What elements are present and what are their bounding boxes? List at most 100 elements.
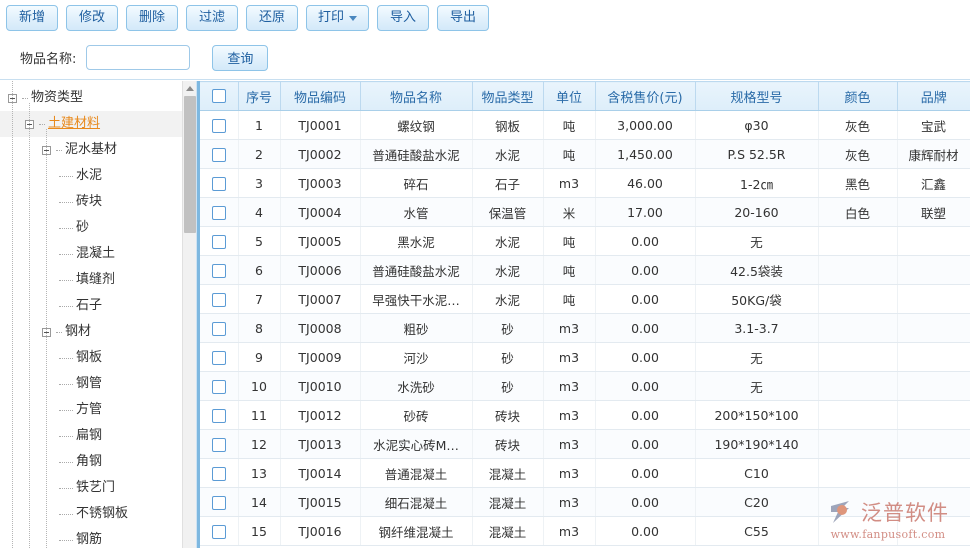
row-checkbox[interactable] [212, 351, 226, 365]
spec-column[interactable]: 规格型号 [695, 82, 818, 111]
item-name-column[interactable]: 物品名称 [360, 82, 472, 111]
row-select-cell[interactable] [200, 256, 238, 285]
items-grid-panel: 序号物品编码物品名称物品类型单位含税售价(元)规格型号颜色品牌 1TJ0001螺… [200, 81, 970, 548]
sequence-column[interactable]: 序号 [238, 82, 280, 111]
tree-item-7[interactable]: 填缝剂 [0, 267, 183, 293]
table-row[interactable]: 14TJ0015细石混凝土混凝土m30.00C20 [200, 488, 970, 517]
cell-spec: 无 [695, 372, 818, 401]
tree-item-label: 方管 [76, 397, 102, 423]
select-all-checkbox[interactable] [212, 89, 226, 103]
row-checkbox[interactable] [212, 525, 226, 539]
table-row[interactable]: 3TJ0003碎石石子m346.001-2㎝黑色汇鑫 [200, 169, 970, 198]
filter-button[interactable]: 过滤 [186, 5, 238, 31]
row-checkbox[interactable] [212, 235, 226, 249]
row-checkbox[interactable] [212, 409, 226, 423]
row-select-cell[interactable] [200, 401, 238, 430]
table-row[interactable]: 8TJ0008粗砂砂m30.003.1-3.7 [200, 314, 970, 343]
delete-button[interactable]: 删除 [126, 5, 178, 31]
table-row[interactable]: 5TJ0005黑水泥水泥吨0.00无 [200, 227, 970, 256]
tree-item-13[interactable]: 扁钢 [0, 423, 183, 449]
tree-item-1[interactable]: 土建材料 [0, 111, 183, 137]
row-select-cell[interactable] [200, 285, 238, 314]
import-button[interactable]: 导入 [377, 5, 429, 31]
color-column[interactable]: 颜色 [818, 82, 897, 111]
table-row[interactable]: 15TJ0016钢纤维混凝土混凝土m30.00C55 [200, 517, 970, 546]
sidebar-scrollbar[interactable] [182, 81, 196, 548]
sidebar-scrollbar-thumb[interactable] [184, 96, 196, 233]
row-checkbox[interactable] [212, 380, 226, 394]
row-checkbox[interactable] [212, 148, 226, 162]
row-checkbox[interactable] [212, 322, 226, 336]
edit-button[interactable]: 修改 [66, 5, 118, 31]
tree-item-4[interactable]: 砖块 [0, 189, 183, 215]
add-button[interactable]: 新增 [6, 5, 58, 31]
tree-item-17[interactable]: 钢筋 [0, 527, 183, 548]
tree-item-16[interactable]: 不锈钢板 [0, 501, 183, 527]
tree-item-11[interactable]: 钢管 [0, 371, 183, 397]
row-select-cell[interactable] [200, 343, 238, 372]
print-button[interactable]: 打印 [306, 5, 369, 31]
cell-brand [897, 430, 970, 459]
row-checkbox[interactable] [212, 177, 226, 191]
tree-connector [59, 436, 73, 437]
export-button[interactable]: 导出 [437, 5, 489, 31]
tree-item-15[interactable]: 铁艺门 [0, 475, 183, 501]
tree-item-0[interactable]: 物资类型 [0, 85, 183, 111]
row-select-cell[interactable] [200, 227, 238, 256]
tree-item-8[interactable]: 石子 [0, 293, 183, 319]
row-select-cell[interactable] [200, 111, 238, 140]
search-button[interactable]: 查询 [212, 45, 268, 71]
tree-item-10[interactable]: 钢板 [0, 345, 183, 371]
table-row[interactable]: 12TJ0013水泥实心砖M…砖块m30.00190*190*140 [200, 430, 970, 459]
table-row[interactable]: 13TJ0014普通混凝土混凝土m30.00C10 [200, 459, 970, 488]
cell-unit: m3 [543, 430, 595, 459]
row-select-cell[interactable] [200, 488, 238, 517]
select-all-column[interactable] [200, 82, 238, 111]
brand-column[interactable]: 品牌 [897, 82, 970, 111]
tree-item-9[interactable]: 钢材 [0, 319, 183, 345]
row-select-cell[interactable] [200, 140, 238, 169]
table-row[interactable]: 7TJ0007早强快干水泥…水泥吨0.0050KG/袋 [200, 285, 970, 314]
row-checkbox[interactable] [212, 496, 226, 510]
table-row[interactable]: 11TJ0012砂砖砖块m30.00200*150*100 [200, 401, 970, 430]
tree-item-14[interactable]: 角钢 [0, 449, 183, 475]
tree-item-6[interactable]: 混凝土 [0, 241, 183, 267]
tree-item-2[interactable]: 泥水基材 [0, 137, 183, 163]
table-row[interactable]: 10TJ0010水洗砂砂m30.00无 [200, 372, 970, 401]
chevron-down-icon[interactable] [349, 16, 357, 21]
table-row[interactable]: 9TJ0009河沙砂m30.00无 [200, 343, 970, 372]
row-checkbox[interactable] [212, 264, 226, 278]
row-select-cell[interactable] [200, 459, 238, 488]
restore-button-label: 还原 [259, 6, 285, 30]
triangle-up-icon[interactable] [183, 81, 197, 95]
row-checkbox[interactable] [212, 206, 226, 220]
tree-item-3[interactable]: 水泥 [0, 163, 183, 189]
tree-item-12[interactable]: 方管 [0, 397, 183, 423]
tree-connector [39, 124, 45, 125]
item-name-input[interactable] [86, 45, 190, 70]
cell-price: 0.00 [595, 285, 695, 314]
row-checkbox[interactable] [212, 438, 226, 452]
cell-type: 保温管 [472, 198, 543, 227]
row-select-cell[interactable] [200, 517, 238, 546]
table-row[interactable]: 2TJ0002普通硅酸盐水泥水泥吨1,450.00P.S 52.5R灰色康辉耐材 [200, 140, 970, 169]
table-row[interactable]: 6TJ0006普通硅酸盐水泥水泥吨0.0042.5袋装 [200, 256, 970, 285]
item-code-column[interactable]: 物品编码 [280, 82, 360, 111]
row-checkbox[interactable] [212, 467, 226, 481]
row-select-cell[interactable] [200, 430, 238, 459]
row-select-cell[interactable] [200, 169, 238, 198]
row-select-cell[interactable] [200, 314, 238, 343]
row-select-cell[interactable] [200, 372, 238, 401]
table-row[interactable]: 4TJ0004水管保温管米17.0020-160白色联塑 [200, 198, 970, 227]
unit-column[interactable]: 单位 [543, 82, 595, 111]
material-type-tree: 物资类型土建材料泥水基材水泥砖块砂混凝土填缝剂石子钢材钢板钢管方管扁钢角钢铁艺门… [0, 81, 183, 548]
row-checkbox[interactable] [212, 293, 226, 307]
restore-button[interactable]: 还原 [246, 5, 298, 31]
cell-name: 水泥实心砖M… [360, 430, 472, 459]
tree-item-5[interactable]: 砂 [0, 215, 183, 241]
price-column[interactable]: 含税售价(元) [595, 82, 695, 111]
table-row[interactable]: 1TJ0001螺纹钢钢板吨3,000.00φ30灰色宝武 [200, 111, 970, 140]
row-checkbox[interactable] [212, 119, 226, 133]
row-select-cell[interactable] [200, 198, 238, 227]
item-type-column[interactable]: 物品类型 [472, 82, 543, 111]
